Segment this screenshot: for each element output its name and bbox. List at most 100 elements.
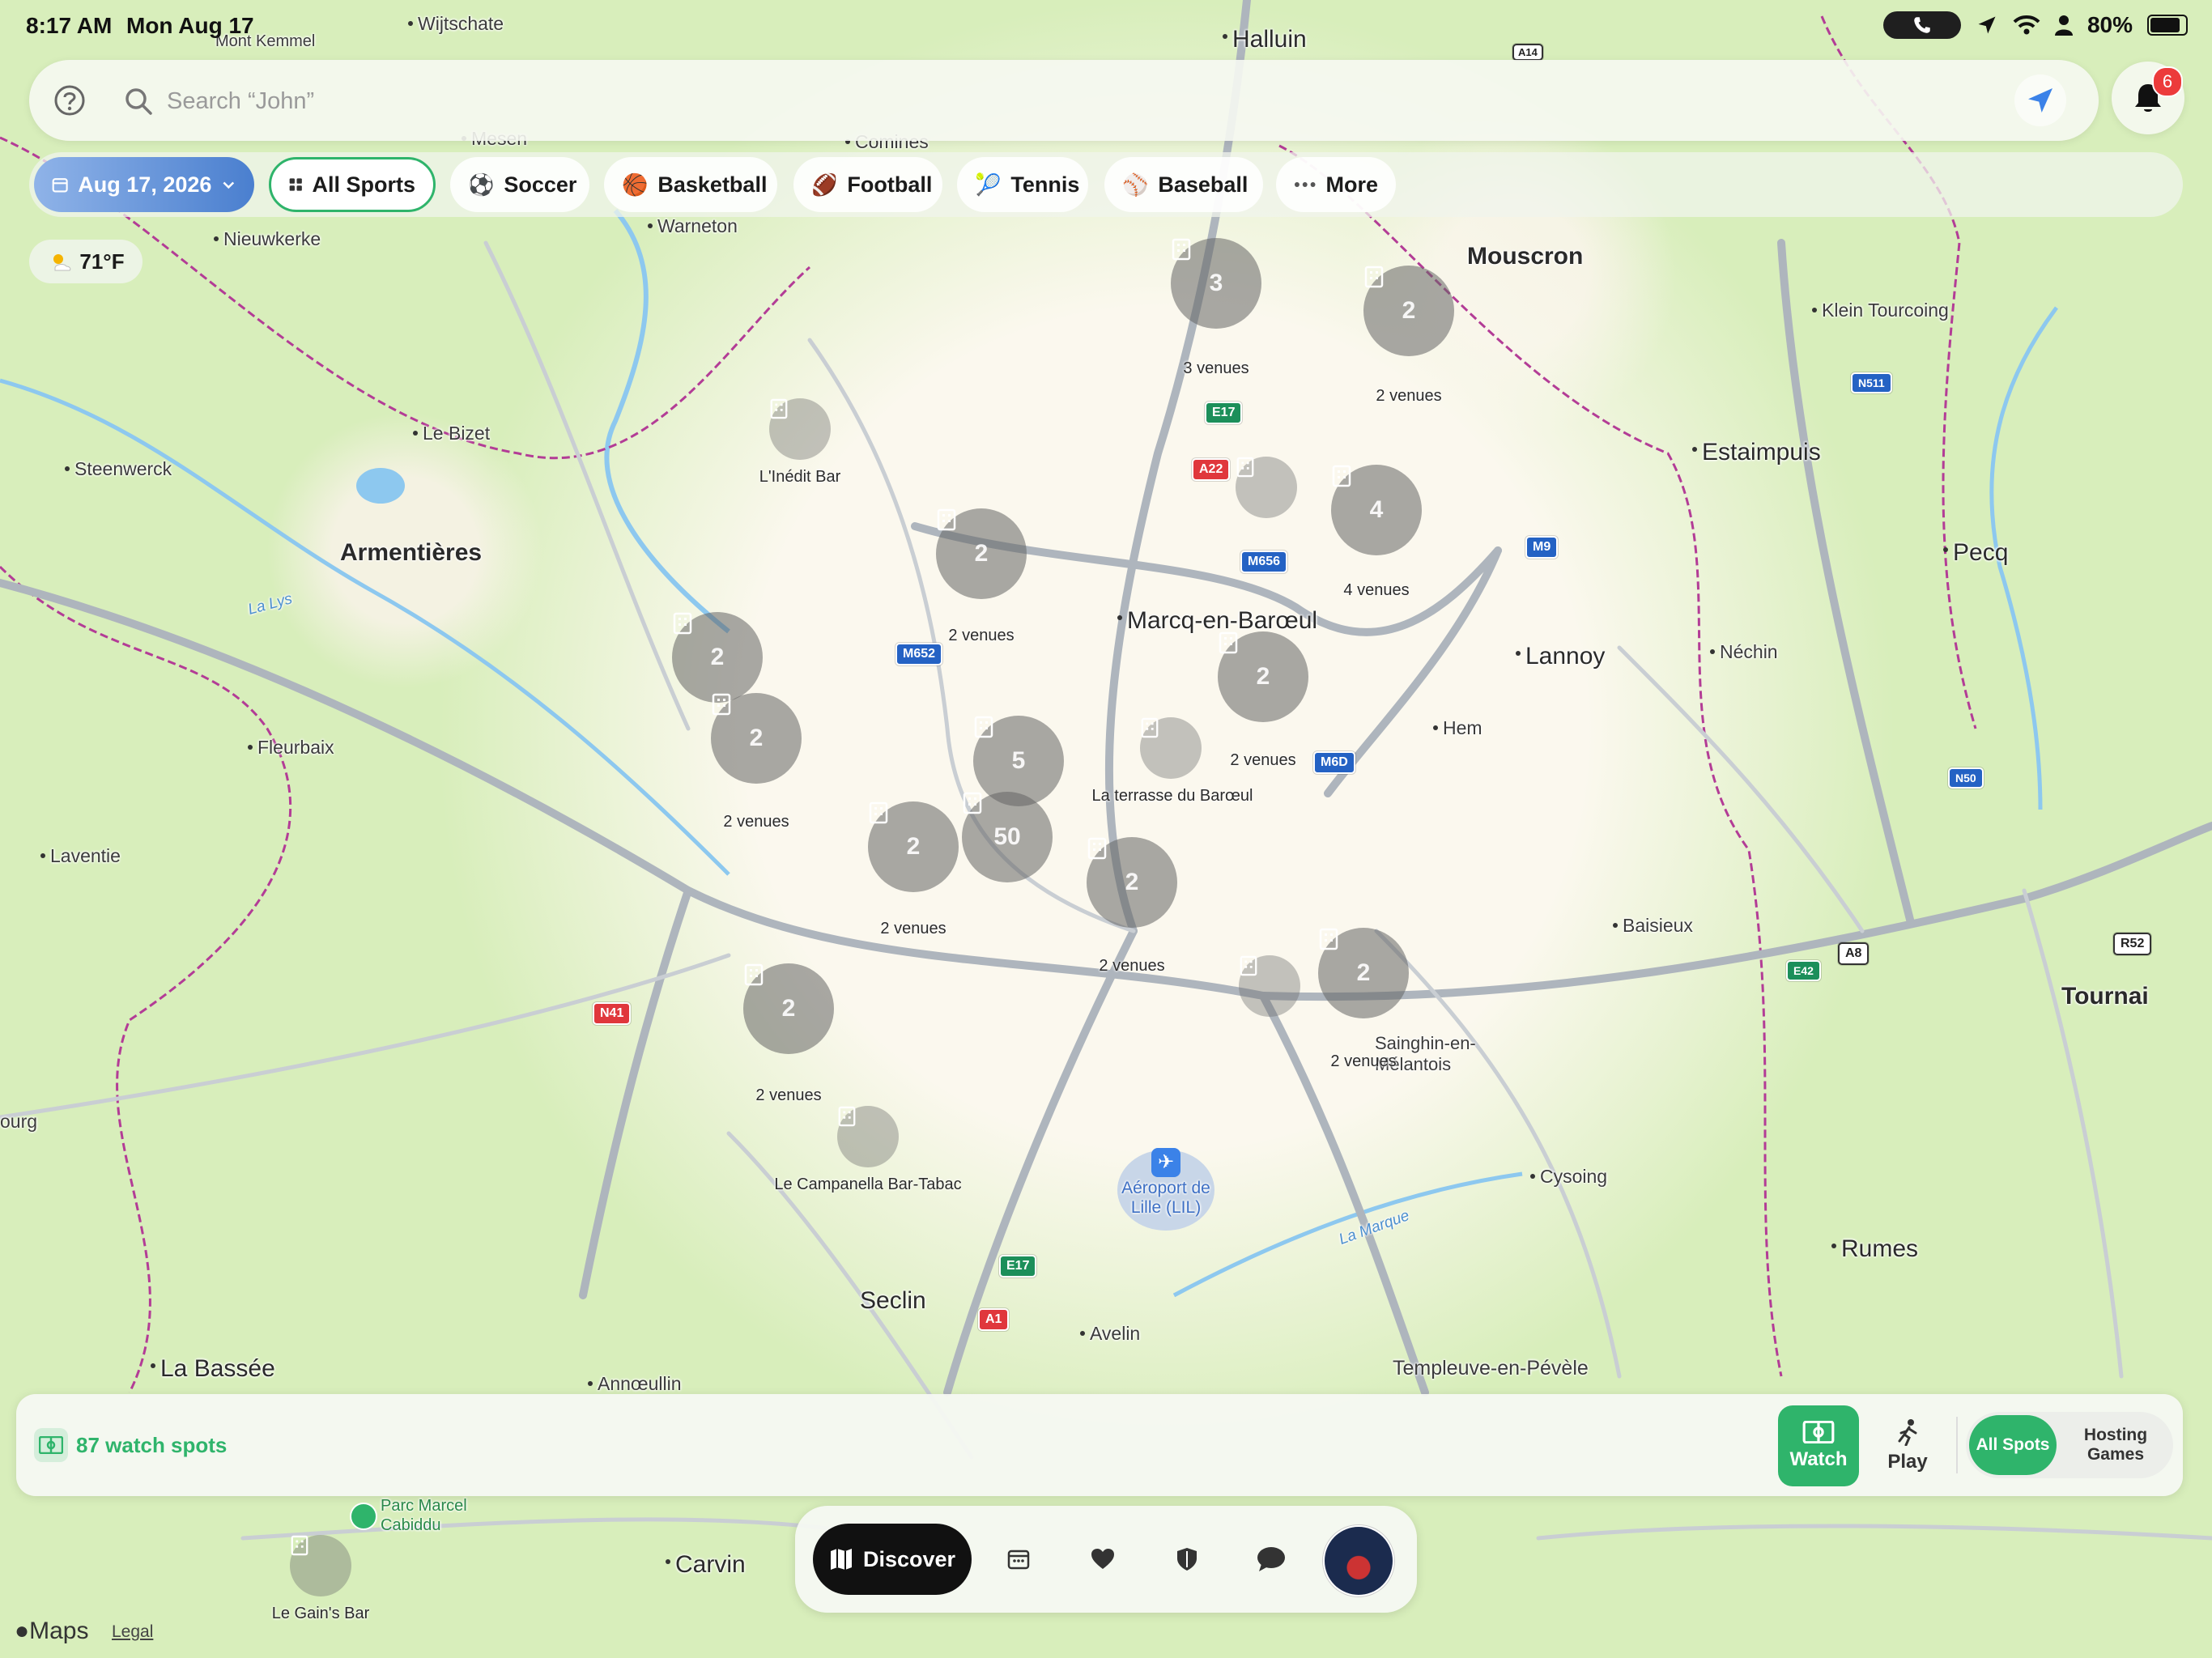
tennis-ball-icon: 🎾 [975, 172, 1002, 197]
chip-baseball[interactable]: ⚾ Baseball [1104, 157, 1263, 212]
profile-avatar[interactable] [1323, 1525, 1394, 1596]
chip-all-sports[interactable]: All Sports [269, 157, 436, 212]
venue-marker[interactable] [769, 398, 831, 460]
building-icon [1236, 457, 1254, 478]
search-input[interactable] [165, 80, 1950, 122]
venue-cluster[interactable]: 2 [743, 963, 834, 1054]
chip-football[interactable]: 🏈 Football [793, 157, 942, 212]
tab-calendar[interactable] [998, 1538, 1040, 1580]
tab-discover-label: Discover [862, 1546, 956, 1571]
venue-cluster[interactable]: 2 [868, 801, 959, 892]
cluster-label: 2 venues [1099, 957, 1165, 975]
venue-marker[interactable] [837, 1106, 899, 1167]
place-label: Baisieux [1613, 915, 1693, 936]
building-icon [712, 693, 731, 716]
person-icon [2054, 15, 2073, 36]
airport-label: Aéroport de Lille (LIL) [1121, 1179, 1210, 1217]
chat-bubble-icon [1257, 1547, 1285, 1571]
venue-cluster[interactable]: 2 [711, 693, 802, 784]
building-icon [744, 963, 764, 986]
place-label: Annœullin [588, 1373, 682, 1394]
cluster-count: 2 [749, 725, 764, 751]
watch-mode-button[interactable]: Watch [1778, 1405, 1859, 1486]
cluster-count: 2 [1256, 663, 1270, 690]
heart-icon [1091, 1549, 1114, 1569]
tab-teams[interactable] [1166, 1538, 1208, 1580]
cluster-label: 2 venues [1230, 751, 1296, 769]
road-shield: A1 [978, 1308, 1010, 1331]
cluster-label: 2 venues [723, 813, 789, 831]
cluster-count: 2 [710, 644, 725, 670]
notifications-button[interactable]: 6 [2112, 62, 2184, 134]
chip-basketball[interactable]: 🏀 Basketball [604, 157, 777, 212]
segment-hosting-games[interactable]: Hosting Games [2061, 1412, 2170, 1478]
weather-temp: 71°F [79, 249, 125, 274]
place-label: Warneton [648, 215, 738, 236]
locate-me-button[interactable] [2014, 74, 2066, 126]
date-picker-chip[interactable]: Aug 17, 2026 [34, 157, 254, 212]
status-time: 8:17 AM [26, 13, 113, 38]
tab-messages[interactable] [1250, 1538, 1292, 1580]
park-icon [350, 1503, 377, 1530]
place-label: Mouscron [1467, 243, 1584, 270]
location-arrow-icon [2028, 88, 2052, 113]
building-icon [937, 508, 956, 531]
cluster-count: 2 [906, 833, 921, 860]
building-icon [974, 716, 993, 738]
place-label: Avelin [1079, 1323, 1141, 1344]
venue-marker[interactable] [290, 1535, 351, 1596]
road-shield: E42 [1786, 960, 1821, 981]
venue-marker[interactable] [1239, 955, 1300, 1017]
status-date: Mon Aug 17 [126, 13, 254, 38]
baseball-icon: ⚾ [1122, 172, 1149, 197]
help-icon[interactable] [53, 84, 86, 117]
chip-more[interactable]: More [1276, 157, 1396, 212]
venue-cluster[interactable]: 4 [1331, 465, 1422, 555]
venue-cluster[interactable]: 3 [1171, 238, 1261, 329]
road-shield: M9 [1525, 536, 1559, 559]
active-call-indicator[interactable] [1882, 11, 1961, 39]
building-icon [869, 801, 888, 824]
chip-label: More [1325, 172, 1378, 197]
segment-all-spots[interactable]: All Spots [1969, 1415, 2057, 1475]
venue-cluster[interactable]: 2 [936, 508, 1027, 599]
place-label: Le Bizet [412, 423, 491, 444]
maps-attribution: ●Maps [15, 1618, 88, 1645]
watch-label: Watch [1789, 1448, 1848, 1470]
building-icon [1319, 928, 1338, 950]
chip-soccer[interactable]: ⚽ Soccer [450, 157, 589, 212]
results-panel: 87 watch spots Watch Play All Spots Host… [16, 1394, 2183, 1496]
watch-spots-count[interactable]: 87 watch spots [76, 1433, 227, 1458]
cluster-label: 2 venues [1376, 387, 1442, 405]
building-icon [963, 792, 982, 814]
tab-favorites[interactable] [1082, 1538, 1124, 1580]
legal-link[interactable]: Legal [112, 1622, 153, 1642]
sport-filter-bar: Aug 17, 2026 All Sports ⚽ Soccer 🏀 Baske… [29, 152, 2183, 217]
cluster-count: 2 [781, 995, 796, 1022]
status-bar: 8:17 AM Mon Aug 17 80% [0, 0, 2212, 50]
place-label: Pecq [1942, 539, 2009, 566]
venue-cluster[interactable]: 2 [1087, 837, 1177, 928]
cluster-label: 2 venues [880, 920, 946, 937]
tab-discover[interactable]: Discover [813, 1524, 972, 1595]
venue-cluster[interactable]: 2 [1318, 928, 1409, 1018]
venue-cluster[interactable]: 50 [962, 792, 1053, 882]
venue-cluster[interactable]: 2 [1363, 266, 1454, 356]
place-label: Klein Tourcoing [1812, 300, 1949, 321]
cluster-count: 2 [1356, 959, 1371, 986]
building-icon [1141, 717, 1159, 738]
chip-tennis[interactable]: 🎾 Tennis [957, 157, 1088, 212]
airport-icon: ✈ [1151, 1148, 1180, 1177]
road-shield: E17 [1205, 402, 1243, 424]
venue-marker[interactable] [1236, 457, 1297, 518]
play-mode-button[interactable]: Play [1867, 1405, 1948, 1486]
venue-cluster[interactable]: 2 [672, 612, 763, 703]
venue-marker[interactable] [1140, 717, 1202, 779]
venue-cluster[interactable]: 2 [1218, 631, 1308, 722]
road-shield: E17 [999, 1255, 1037, 1278]
cluster-label: 3 venues [1183, 359, 1249, 377]
apple-icon: ● [15, 1618, 30, 1644]
building-icon [291, 1535, 308, 1556]
building-icon [1172, 238, 1191, 261]
phone-icon [1914, 17, 1930, 33]
